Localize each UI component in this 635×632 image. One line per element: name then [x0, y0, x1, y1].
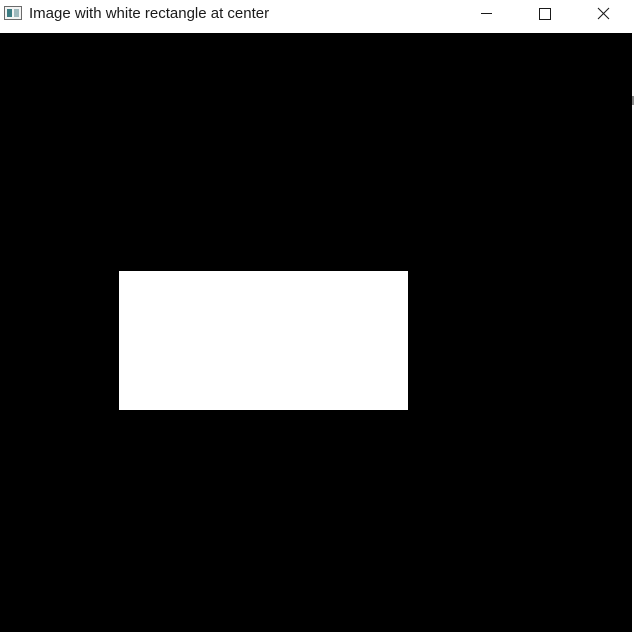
app-window: Image with white rectangle at center: [0, 0, 635, 632]
maximize-icon: [539, 8, 551, 20]
resize-grip-mark: [632, 96, 634, 105]
image-canvas: [0, 33, 632, 632]
window-title: Image with white rectangle at center: [29, 5, 270, 22]
minimize-icon: [481, 13, 492, 14]
close-button[interactable]: [580, 0, 626, 29]
minimize-button[interactable]: [463, 0, 509, 29]
image-viewer-icon: [4, 6, 22, 20]
maximize-button[interactable]: [522, 0, 568, 29]
white-rectangle: [119, 271, 408, 410]
title-bar[interactable]: Image with white rectangle at center: [0, 0, 635, 31]
close-icon: [597, 7, 610, 20]
